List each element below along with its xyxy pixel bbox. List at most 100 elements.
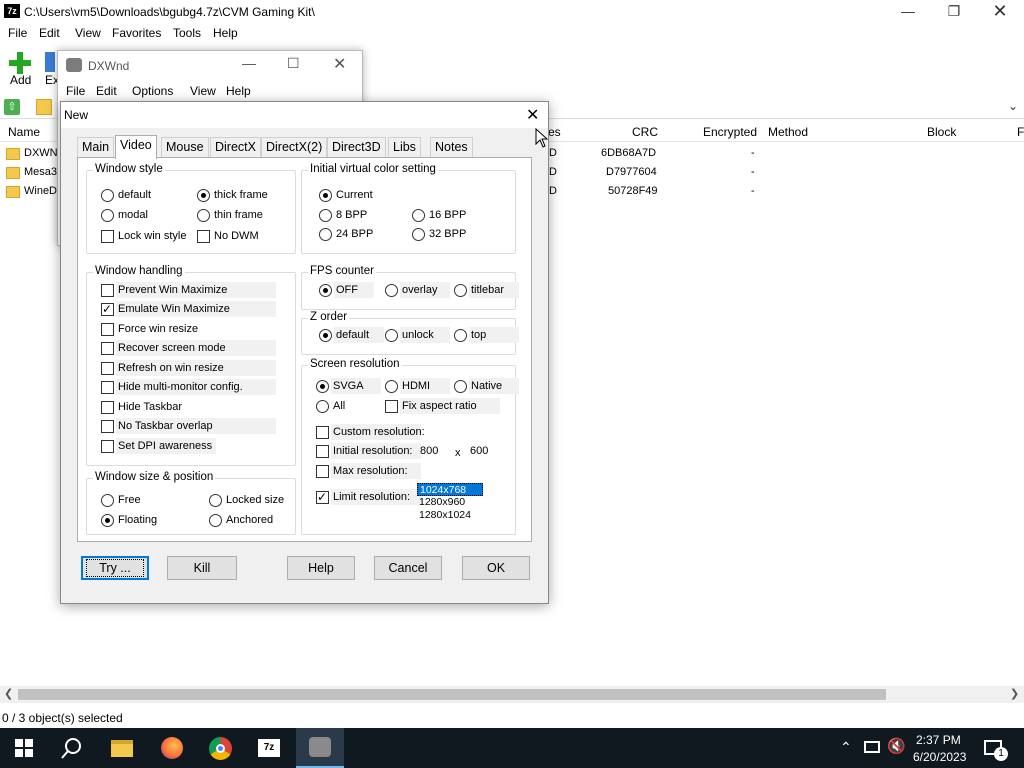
window-style-modal-radio[interactable]: modal xyxy=(101,207,148,223)
list-item[interactable]: 1280x960 xyxy=(417,496,483,509)
dxwnd-menu-view[interactable]: View xyxy=(190,84,216,98)
hide-multi-monitor-checkbox[interactable]: Hide multi-monitor config. xyxy=(101,379,276,395)
tab-libs[interactable]: Libs xyxy=(388,137,421,157)
col-method[interactable]: Method xyxy=(768,125,808,139)
initial-resolution-checkbox[interactable]: Initial resolution: xyxy=(316,443,421,459)
initial-height-value[interactable]: 600 xyxy=(470,445,488,457)
initial-width-value[interactable]: 800 xyxy=(420,445,438,457)
custom-resolution-checkbox[interactable]: Custom resolution: xyxy=(316,424,425,440)
chrome-icon[interactable] xyxy=(209,737,232,760)
size-free-radio[interactable]: Free xyxy=(101,492,141,508)
add-button[interactable]: Add xyxy=(10,73,31,87)
tab-mouse[interactable]: Mouse xyxy=(161,137,209,157)
maximize-button[interactable]: ❐ xyxy=(931,0,977,24)
res-svga-radio[interactable]: SVGA xyxy=(316,378,381,394)
limit-resolution-list[interactable]: 1024x768 1280x960 1280x1024 xyxy=(417,483,483,527)
window-style-default-radio[interactable]: default xyxy=(101,187,151,203)
dxwnd-menu-help[interactable]: Help xyxy=(226,84,251,98)
no-dwm-checkbox[interactable]: No DWM xyxy=(197,228,259,244)
tab-directx[interactable]: DirectX xyxy=(210,137,261,157)
ok-button[interactable]: OK xyxy=(462,556,530,580)
dxwnd-menu-edit[interactable]: Edit xyxy=(96,84,117,98)
force-win-resize-checkbox[interactable]: Force win resize xyxy=(101,321,198,337)
max-resolution-checkbox[interactable]: Max resolution: xyxy=(316,463,421,479)
size-locked-radio[interactable]: Locked size xyxy=(209,492,284,508)
dialog-close-button[interactable]: ✕ xyxy=(526,105,539,125)
horizontal-scrollbar[interactable]: ❮ ❯ xyxy=(0,686,1024,703)
list-item[interactable]: 1024x768 xyxy=(417,483,483,496)
chevron-down-icon[interactable]: ⌄ xyxy=(1008,99,1018,113)
window-style-thick-frame-radio[interactable]: thick frame xyxy=(197,187,268,203)
color-current-radio[interactable]: Current xyxy=(319,187,373,203)
file-explorer-icon[interactable] xyxy=(111,740,133,757)
tab-notes[interactable]: Notes xyxy=(430,137,473,157)
tab-main[interactable]: Main xyxy=(77,137,115,157)
z-order-unlock-radio[interactable]: unlock xyxy=(385,327,450,343)
refresh-on-win-resize-checkbox[interactable]: Refresh on win resize xyxy=(101,360,276,376)
try-button[interactable]: Try ... xyxy=(81,556,149,580)
color-32bpp-radio[interactable]: 32 BPP xyxy=(412,226,466,242)
cancel-button[interactable]: Cancel xyxy=(374,556,442,580)
size-floating-radio[interactable]: Floating xyxy=(101,512,157,528)
color-24bpp-radio[interactable]: 24 BPP xyxy=(319,226,373,242)
col-crc[interactable]: CRC xyxy=(632,125,658,139)
menu-edit[interactable]: Edit xyxy=(39,26,60,40)
color-16bpp-radio[interactable]: 16 BPP xyxy=(412,207,466,223)
firefox-icon[interactable] xyxy=(161,737,183,759)
dxwnd-maximize-button[interactable]: ☐ xyxy=(287,55,300,72)
kill-button[interactable]: Kill xyxy=(167,556,237,580)
scroll-left-icon[interactable]: ❮ xyxy=(4,687,13,700)
dxwnd-close-button[interactable]: ✕ xyxy=(333,54,346,74)
set-dpi-awareness-checkbox[interactable]: Set DPI awareness xyxy=(101,438,216,454)
emulate-win-maximize-checkbox[interactable]: Emulate Win Maximize xyxy=(101,301,276,317)
dxwnd-menu-options[interactable]: Options xyxy=(132,84,173,98)
menu-help[interactable]: Help xyxy=(213,26,238,40)
prevent-win-maximize-checkbox[interactable]: Prevent Win Maximize xyxy=(101,282,276,298)
tab-video[interactable]: Video xyxy=(115,135,157,159)
fix-aspect-ratio-checkbox[interactable]: Fix aspect ratio xyxy=(385,398,500,414)
close-button[interactable]: ✕ xyxy=(977,0,1023,24)
volume-muted-icon[interactable]: 🔇 xyxy=(887,737,906,755)
scrollbar-thumb[interactable] xyxy=(18,689,886,700)
no-taskbar-overlap-checkbox[interactable]: No Taskbar overlap xyxy=(101,418,276,434)
col-encrypted[interactable]: Encrypted xyxy=(703,125,757,139)
size-anchored-radio[interactable]: Anchored xyxy=(209,512,273,528)
dxwnd-taskbar-button[interactable] xyxy=(296,728,344,768)
res-hdmi-radio[interactable]: HDMI xyxy=(385,378,450,394)
search-icon[interactable] xyxy=(61,737,83,759)
res-native-radio[interactable]: Native xyxy=(454,378,519,394)
hide-taskbar-checkbox[interactable]: Hide Taskbar xyxy=(101,399,182,415)
z-order-default-radio[interactable]: default xyxy=(319,327,384,343)
tray-chevron-up-icon[interactable]: ⌃ xyxy=(840,739,852,756)
dxwnd-minimize-button[interactable]: — xyxy=(242,55,256,71)
fps-titlebar-radio[interactable]: titlebar xyxy=(454,282,519,298)
help-button[interactable]: Help xyxy=(287,556,355,580)
menu-favorites[interactable]: Favorites xyxy=(112,26,161,40)
tab-directx2[interactable]: DirectX(2) xyxy=(261,137,328,157)
col-block[interactable]: Block xyxy=(927,125,956,139)
lock-win-style-checkbox[interactable]: Lock win style xyxy=(101,228,186,244)
recover-screen-mode-checkbox[interactable]: Recover screen mode xyxy=(101,340,276,356)
res-all-radio[interactable]: All xyxy=(316,398,345,414)
network-icon[interactable] xyxy=(864,741,880,753)
clock-date[interactable]: 6/20/2023 xyxy=(913,750,966,764)
menu-tools[interactable]: Tools xyxy=(173,26,201,40)
up-folder-icon[interactable]: ⇧ xyxy=(4,99,20,115)
clock-time[interactable]: 2:37 PM xyxy=(916,733,961,747)
col-name[interactable]: Name xyxy=(8,125,40,139)
tab-direct3d[interactable]: Direct3D xyxy=(327,137,386,157)
fps-overlay-radio[interactable]: overlay xyxy=(385,282,450,298)
dxwnd-menu-file[interactable]: File xyxy=(66,84,85,98)
7zip-taskbar-icon[interactable]: 7z xyxy=(258,739,280,757)
minimize-button[interactable]: — xyxy=(885,0,931,24)
fps-off-radio[interactable]: OFF xyxy=(319,282,374,298)
scroll-right-icon[interactable]: ❯ xyxy=(1010,687,1019,700)
window-style-thin-frame-radio[interactable]: thin frame xyxy=(197,207,263,223)
color-8bpp-radio[interactable]: 8 BPP xyxy=(319,207,367,223)
z-order-top-radio[interactable]: top xyxy=(454,327,519,343)
list-item[interactable]: 1280x1024 xyxy=(417,509,483,522)
windows-start-icon[interactable] xyxy=(15,739,33,757)
menu-view[interactable]: View xyxy=(75,26,101,40)
menu-file[interactable]: File xyxy=(8,26,27,40)
col-size[interactable]: es xyxy=(548,125,561,139)
